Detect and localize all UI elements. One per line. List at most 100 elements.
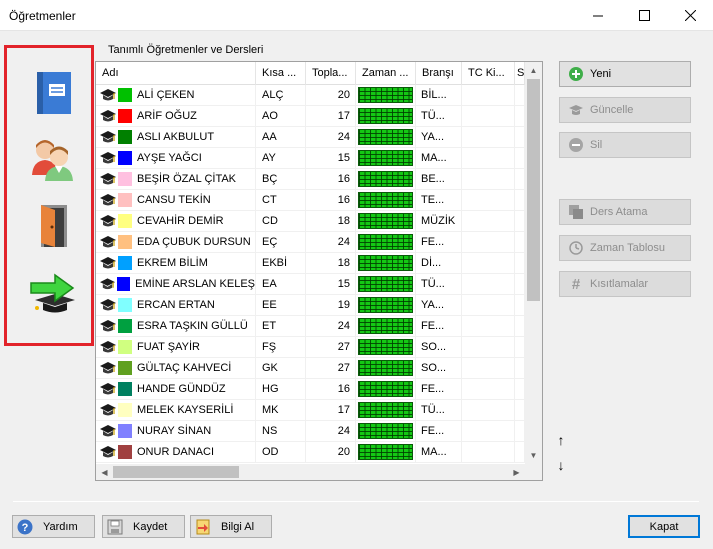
color-swatch [118, 151, 132, 165]
close-label: Kapat [649, 520, 679, 533]
table-row[interactable]: ALİ ÇEKEN ALÇ 20 BİL... [96, 85, 525, 106]
cell-short: CD [256, 211, 306, 231]
cell-extra [515, 127, 525, 147]
cell-name: ALİ ÇEKEN [96, 85, 256, 105]
cell-total: 15 [306, 148, 356, 168]
horizontal-scrollbar[interactable]: ◀ ▶ [96, 464, 525, 480]
vertical-scroll-thumb[interactable] [527, 79, 540, 301]
new-button[interactable]: Yeni [559, 61, 691, 87]
move-up-icon[interactable]: ↑ [553, 432, 569, 448]
help-button[interactable]: ? Yardım [12, 515, 95, 538]
table-row[interactable]: CEVAHİR DEMİR CD 18 MÜZİK [96, 211, 525, 232]
cell-extra [515, 295, 525, 315]
horizontal-scroll-thumb[interactable] [113, 466, 239, 478]
people-icon[interactable] [29, 135, 77, 183]
cell-tc [462, 106, 515, 126]
color-swatch [118, 424, 132, 438]
table-row[interactable]: EDA ÇUBUK DURSUN EÇ 24 FE... [96, 232, 525, 253]
color-swatch [118, 214, 132, 228]
column-header-extra[interactable]: S [515, 62, 525, 85]
minimize-button[interactable] [575, 0, 621, 31]
table-row[interactable]: GÜLTAÇ KAHVECİ GK 27 SO... [96, 358, 525, 379]
cell-total: 20 [306, 442, 356, 462]
schedule-button[interactable]: Zaman Tablosu [559, 235, 691, 261]
graduation-arrow-icon[interactable] [29, 268, 77, 316]
cell-branch: FE... [416, 421, 462, 441]
scroll-down-icon[interactable]: ▼ [525, 447, 542, 464]
cell-name: MELEK KAYSERİLİ [96, 400, 256, 420]
cell-branch: TE... [416, 190, 462, 210]
scroll-right-icon[interactable]: ▶ [508, 464, 525, 480]
table-row[interactable]: ERCAN ERTAN EE 19 YA... [96, 295, 525, 316]
table-row[interactable]: BEŞİR ÖZAL ÇİTAK BÇ 16 BE... [96, 169, 525, 190]
svg-text:?: ? [22, 522, 29, 534]
delete-button[interactable]: Sil [559, 132, 691, 158]
cell-short: AO [256, 106, 306, 126]
color-swatch [118, 361, 132, 375]
column-header-branch[interactable]: Branşı [416, 62, 462, 85]
close-button[interactable]: Kapat [628, 515, 700, 538]
stack-icon [568, 204, 584, 220]
cell-short: CT [256, 190, 306, 210]
time-grid-preview [358, 150, 413, 166]
cell-extra [515, 421, 525, 441]
table-row[interactable]: AYŞE YAĞCI AY 15 MA... [96, 148, 525, 169]
assign-lessons-label: Ders Atama [590, 206, 648, 218]
table-row[interactable]: ASLI AKBULUT AA 24 YA... [96, 127, 525, 148]
cell-tc [462, 127, 515, 147]
scroll-left-icon[interactable]: ◀ [96, 464, 113, 480]
update-button[interactable]: Güncelle [559, 97, 691, 123]
graduation-cap-icon [100, 320, 116, 332]
close-icon [684, 10, 696, 21]
table-row[interactable]: ARİF OĞUZ AO 17 TÜ... [96, 106, 525, 127]
table-row[interactable]: FUAT ŞAYİR FŞ 27 SO... [96, 337, 525, 358]
cell-name: ERCAN ERTAN [96, 295, 256, 315]
graduation-cap-icon [100, 446, 116, 458]
constraints-button[interactable]: # Kısıtlamalar [559, 271, 691, 297]
cell-time [356, 274, 416, 294]
cell-time [356, 211, 416, 231]
column-header-total[interactable]: Topla... [306, 62, 356, 85]
move-down-icon[interactable]: ↓ [553, 457, 569, 473]
graduation-cap-icon [100, 131, 116, 143]
close-window-button[interactable] [667, 0, 713, 31]
cell-total: 18 [306, 211, 356, 231]
column-header-name[interactable]: Adı [96, 62, 256, 85]
cell-time [356, 358, 416, 378]
door-icon[interactable] [29, 201, 77, 249]
scroll-up-icon[interactable]: ▲ [525, 62, 542, 79]
title-bar: Öğretmenler [0, 0, 713, 31]
column-header-tc[interactable]: TC Ki... [462, 62, 515, 85]
teachers-grid[interactable]: Adı Kısa ... Topla... Zaman ... Branşı T… [95, 61, 543, 481]
maximize-button[interactable] [621, 0, 667, 31]
assign-lessons-button[interactable]: Ders Atama [559, 199, 691, 225]
cell-branch: BE... [416, 169, 462, 189]
table-row[interactable]: EKREM BİLİM EKBİ 18 Dİ... [96, 253, 525, 274]
cell-short: ALÇ [256, 85, 306, 105]
cell-total: 20 [306, 85, 356, 105]
column-header-time[interactable]: Zaman ... [356, 62, 416, 85]
cell-short: OD [256, 442, 306, 462]
cell-branch: SO... [416, 337, 462, 357]
cell-short: FŞ [256, 337, 306, 357]
table-row[interactable]: ESRA TAŞKIN GÜLLÜ ET 24 FE... [96, 316, 525, 337]
info-button[interactable]: Bilgi Al [190, 515, 272, 538]
save-button[interactable]: Kaydet [102, 515, 185, 538]
table-row[interactable]: ONUR DANACI OD 20 MA... [96, 442, 525, 463]
table-row[interactable]: EMİNE ARSLAN KELEŞ EA 15 TÜ... [96, 274, 525, 295]
table-row[interactable]: MELEK KAYSERİLİ MK 17 TÜ... [96, 400, 525, 421]
vertical-scrollbar[interactable]: ▲ ▼ [525, 62, 542, 464]
cell-tc [462, 85, 515, 105]
cell-branch: MA... [416, 442, 462, 462]
book-icon[interactable] [29, 68, 77, 116]
cell-name: FUAT ŞAYİR [96, 337, 256, 357]
cell-tc [462, 274, 515, 294]
table-row[interactable]: CANSU TEKİN CT 16 TE... [96, 190, 525, 211]
cell-short: AA [256, 127, 306, 147]
table-row[interactable]: NURAY SİNAN NS 24 FE... [96, 421, 525, 442]
cell-short: GK [256, 358, 306, 378]
group-label: Tanımlı Öğretmenler ve Dersleri [108, 44, 264, 56]
cell-time [356, 106, 416, 126]
table-row[interactable]: HANDE GÜNDÜZ HG 16 FE... [96, 379, 525, 400]
column-header-short[interactable]: Kısa ... [256, 62, 306, 85]
